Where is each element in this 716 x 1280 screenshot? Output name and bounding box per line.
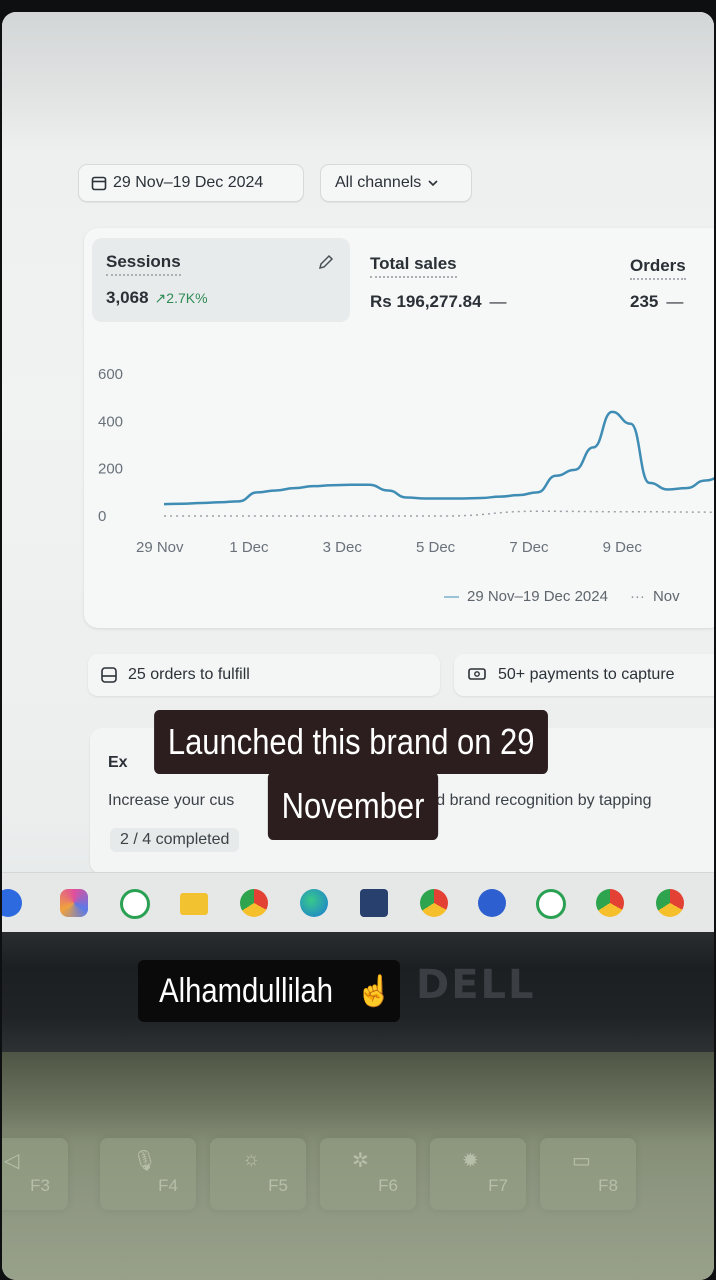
x-tick-label: 1 Dec — [229, 539, 269, 556]
story-caption-line-1: Launched this brand on 29 — [154, 710, 549, 774]
calendar-icon — [91, 176, 107, 191]
copilot-icon[interactable] — [60, 889, 88, 917]
channel-label: All channels — [335, 174, 422, 191]
orders-to-fulfill-button[interactable]: 25 orders to fulfill — [88, 654, 440, 696]
series-line-previous — [164, 510, 714, 517]
key-f3-label: F3 — [30, 1176, 50, 1195]
key-f4: 🎙 F4 — [100, 1138, 196, 1210]
key-f3: ◁ F3 — [2, 1138, 68, 1210]
setup-desc-left: Increase your cus — [108, 792, 235, 809]
x-tick-label: 9 Dec — [603, 539, 643, 556]
vpn-icon[interactable] — [478, 889, 506, 917]
story-caption-line-2: November — [267, 772, 439, 840]
y-tick-label: 200 — [98, 461, 123, 478]
x-tick-label: 5 Dec — [416, 539, 456, 556]
key-f7-label: F7 — [488, 1176, 508, 1195]
inbox-icon — [101, 667, 117, 683]
cash-icon — [468, 668, 486, 680]
series-line-current — [163, 410, 714, 506]
key-f4-label: F4 — [158, 1176, 178, 1195]
edge-icon[interactable] — [300, 889, 328, 917]
y-tick-label: 600 — [98, 366, 123, 383]
whatsapp-icon[interactable] — [120, 889, 150, 919]
pointing-up-icon: ☝️ — [355, 974, 393, 1008]
zoom-icon[interactable] — [2, 889, 22, 917]
story-sticker: Alhamdullilah ☝️ — [138, 960, 400, 1022]
legend-item-current[interactable]: 29 Nov–19 Dec 2024 — [444, 588, 608, 605]
setup-progress-badge: 2 / 4 completed — [110, 828, 240, 852]
chevron-down-icon — [428, 180, 438, 187]
key-f8: ▭ F8 — [540, 1138, 636, 1210]
setup-desc-right: d brand recognition by tapping — [436, 792, 652, 809]
analytics-card: Sessions 3,068 ↗2.7K% Total sales Rs 196,… — [84, 228, 714, 628]
chrome-icon[interactable] — [240, 889, 268, 917]
dell-logo: DELL — [416, 962, 536, 1008]
channel-selector[interactable]: All channels — [320, 164, 472, 202]
chart-legend: 29 Nov–19 Dec 2024 Nov — [444, 588, 680, 605]
store-icon[interactable] — [360, 889, 388, 917]
setup-guide-title: Ex — [108, 754, 128, 771]
key-f5-label: F5 — [268, 1176, 288, 1195]
legend-item-previous[interactable]: Nov — [630, 588, 680, 605]
orders-to-fulfill-label: 25 orders to fulfill — [128, 666, 250, 683]
chrome-profile-icon[interactable] — [420, 889, 448, 917]
date-range-picker[interactable]: 29 Nov–19 Dec 2024 — [78, 164, 304, 202]
y-tick-label: 400 — [98, 413, 123, 430]
whatsapp-business-icon[interactable] — [536, 889, 566, 919]
file-explorer-icon[interactable] — [180, 893, 208, 915]
key-f6-label: F6 — [378, 1176, 398, 1195]
sessions-line-chart: 600 400 200 0 29 Nov 1 Dec 3 Dec 5 Dec 7 Dec 9 De… — [98, 366, 714, 556]
x-tick-label: 7 Dec — [509, 539, 549, 556]
windows-taskbar — [2, 872, 714, 933]
story-frame: 29 Nov–19 Dec 2024 All channels Sessions… — [2, 12, 714, 1280]
key-f7: ✹ F7 — [430, 1138, 526, 1210]
key-f8-label: F8 — [598, 1176, 618, 1195]
x-tick-label: 3 Dec — [323, 539, 363, 556]
chrome-icon-2[interactable] — [596, 889, 624, 917]
sticker-text: Alhamdullilah — [159, 971, 334, 1010]
date-range-label: 29 Nov–19 Dec 2024 — [113, 174, 264, 191]
payments-to-capture-label: 50+ payments to capture — [498, 666, 675, 683]
x-tick-label: 29 Nov — [136, 539, 184, 556]
key-f5: ☼ F5 — [210, 1138, 306, 1210]
chrome-icon-3[interactable] — [656, 889, 684, 917]
payments-to-capture-button[interactable]: 50+ payments to capture — [454, 654, 714, 696]
y-tick-label: 0 — [98, 508, 106, 525]
key-f6: ✲ F6 — [320, 1138, 416, 1210]
